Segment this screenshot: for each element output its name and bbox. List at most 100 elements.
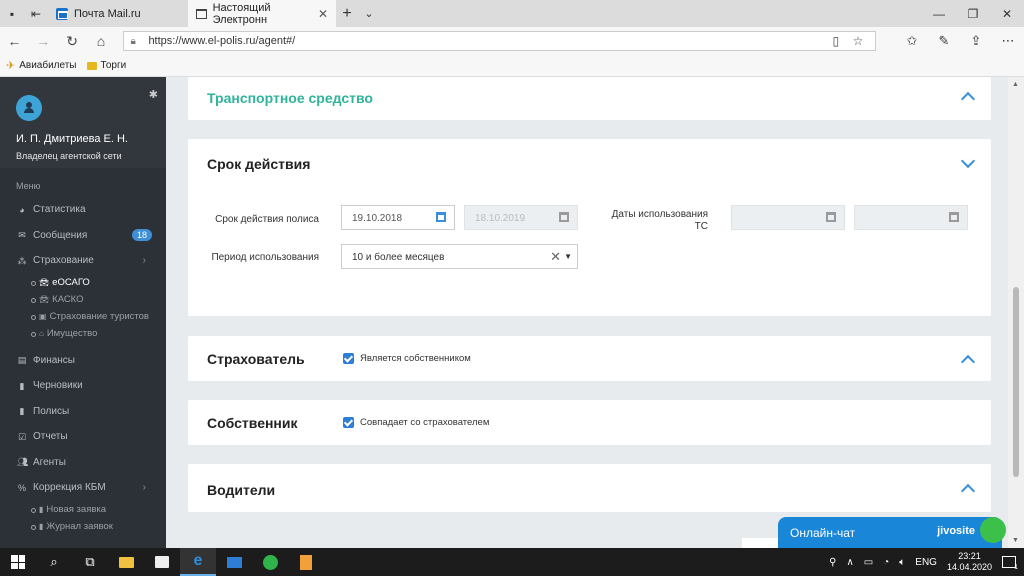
content-strip: [742, 538, 782, 548]
notifications-icon[interactable]: 1: [1002, 556, 1018, 571]
chevron-right-icon: ›: [142, 255, 146, 266]
start-button[interactable]: [0, 548, 36, 576]
volume-icon[interactable]: 🔈︎: [899, 557, 905, 568]
scroll-down-icon[interactable]: ▼: [1012, 537, 1019, 544]
insurer-is-owner-checkbox[interactable]: Является собственником: [343, 353, 471, 364]
forward-icon[interactable]: →: [29, 33, 58, 49]
avatar[interactable]: [16, 95, 42, 121]
checkbox-checked-icon[interactable]: [343, 353, 354, 364]
favorite-star-icon[interactable]: ☆: [847, 34, 869, 48]
sidebar-subitem-tourists[interactable]: ▣ Страхование туристов: [0, 308, 166, 325]
sidebar-item-reports[interactable]: ☑ Отчеты: [0, 424, 166, 450]
caret-down-icon[interactable]: ▼: [564, 252, 572, 261]
usage-period-select[interactable]: 10 и более месяцев ✕ ▼: [341, 244, 578, 269]
sidebar-item-messages[interactable]: ✉ Сообщения 18: [0, 223, 166, 249]
tab-label: Почта Mail.ru: [74, 7, 141, 20]
reading-view-icon[interactable]: ▯: [825, 34, 847, 48]
pdf-app-button[interactable]: [288, 548, 324, 576]
sidebar-item-agents[interactable]: 👥︎ Агенты: [0, 450, 166, 476]
back-icon[interactable]: ←: [0, 33, 29, 49]
sidebar-item-label: Полисы: [33, 405, 70, 417]
edge-icon: e: [193, 552, 203, 569]
refresh-icon[interactable]: ↻: [58, 33, 87, 50]
usage-date-to-field: [854, 205, 968, 230]
owner-same-as-insurer-checkbox[interactable]: Совпадает со страхователем: [343, 417, 489, 428]
percent-icon: %: [17, 482, 26, 493]
show-hidden-icons-chevron-icon[interactable]: ∧: [846, 557, 853, 568]
collapse-vehicle-button[interactable]: [960, 91, 976, 107]
online-chat-widget[interactable]: Онлайн-чат jivosite: [778, 517, 1006, 548]
gear-icon[interactable]: ✱: [149, 88, 158, 101]
file-icon: ▮: [19, 380, 25, 391]
restore-icon[interactable]: ❐: [956, 7, 990, 21]
file-explorer-button[interactable]: [108, 548, 144, 576]
checkbox-checked-icon[interactable]: [343, 417, 354, 428]
expand-validity-button[interactable]: [960, 153, 976, 169]
favorite-torgi[interactable]: Торги: [86, 60, 126, 71]
usage-dates-label: Даты использования ТС: [611, 209, 708, 232]
file-text-icon: ▮: [19, 406, 25, 417]
vehicle-section: Транспортное средство: [188, 77, 991, 120]
favorites-icon[interactable]: ✩: [896, 33, 928, 49]
checkbox-label: Совпадает со страхователем: [360, 417, 490, 428]
sidebar-subitem-kasko[interactable]: 🚘︎ КАСКО: [0, 291, 166, 308]
task-view-icon[interactable]: ⧉: [72, 548, 108, 576]
search-icon[interactable]: ⌕: [36, 548, 72, 576]
battery-icon[interactable]: ▭: [864, 557, 873, 568]
collapse-drivers-button[interactable]: [960, 483, 976, 499]
page-icon: [196, 8, 207, 19]
profile-panel: ✱ И. П. Дмитриева Е. Н. Владелец агентск…: [0, 77, 166, 168]
scroll-up-icon[interactable]: ▲: [1012, 81, 1019, 88]
language-indicator[interactable]: ENG: [915, 557, 937, 568]
tab-mail[interactable]: Почта Mail.ru: [48, 0, 188, 27]
more-icon[interactable]: ⋯: [992, 33, 1024, 49]
tab-el-polis[interactable]: Настоящий Электронн ✕: [188, 0, 336, 27]
page-scrollbar[interactable]: ▲ ▼: [1008, 77, 1024, 548]
sidebar-item-insurance[interactable]: ⁂ Страхование ›: [0, 248, 166, 274]
tab-actions-icon[interactable]: ▪: [0, 0, 24, 27]
validity-section: Срок действия Срок действия полиса 19.10…: [188, 139, 991, 316]
date-from-field[interactable]: 19.10.2018: [341, 205, 455, 230]
chevron-up-icon: [960, 483, 976, 499]
section-title: Собственник: [207, 415, 298, 431]
clear-icon[interactable]: ✕: [550, 249, 561, 265]
sidebar-item-drafts[interactable]: ▮ Черновики: [0, 373, 166, 399]
home-icon[interactable]: ⌂: [87, 33, 116, 49]
sidebar-subitem-new-request[interactable]: ▮ Новая заявка: [0, 501, 166, 518]
share-icon[interactable]: ⇪: [960, 33, 992, 49]
cubes-icon: ⁂: [17, 255, 27, 266]
new-tab-button[interactable]: +: [336, 5, 358, 23]
people-icon[interactable]: ⚲: [829, 557, 836, 568]
url-field[interactable]: 🔒︎ https://www.el-polis.ru/agent#/ ▯ ☆: [123, 31, 876, 51]
set-aside-tabs-icon[interactable]: ⇤: [24, 0, 48, 27]
user-name: И. П. Дмитриева Е. Н.: [16, 133, 128, 145]
sidebar-subitem-eosago[interactable]: 🚘︎ еОСАГО: [0, 274, 166, 291]
notes-pen-icon[interactable]: ✎: [928, 33, 960, 49]
calendar-icon[interactable]: [436, 212, 446, 222]
close-tab-icon[interactable]: ✕: [318, 7, 328, 21]
favorite-aviabilety[interactable]: ✈ Авиабилеты: [6, 59, 77, 72]
sidebar-subitem-label: Новая заявка: [46, 503, 107, 515]
main-content: Транспортное средство Срок действия Срок…: [166, 77, 1008, 548]
sidebar-item-finance[interactable]: ▤ Финансы: [0, 348, 166, 374]
sidebar-item-kbm[interactable]: % Коррекция КБМ ›: [0, 475, 166, 501]
clock[interactable]: 23:21 14.04.2020: [947, 551, 992, 573]
store-button[interactable]: [144, 548, 180, 576]
collapse-insurer-button[interactable]: [960, 354, 976, 370]
sidebar-subitem-request-log[interactable]: ▮ Журнал заявок: [0, 518, 166, 535]
section-title: Водители: [207, 482, 276, 498]
network-icon[interactable]: ◔: [883, 557, 889, 568]
scroll-thumb[interactable]: [1013, 287, 1019, 477]
whatsapp-button[interactable]: [252, 548, 288, 576]
minimize-icon[interactable]: —: [922, 7, 956, 21]
sidebar-item-policies[interactable]: ▮ Полисы: [0, 399, 166, 425]
tab-list-chevron-icon[interactable]: ⌄: [358, 7, 380, 20]
sidebar-item-statistics[interactable]: ◕ Статистика: [0, 197, 166, 223]
mail-app-button[interactable]: [216, 548, 252, 576]
sidebar-item-label: Коррекция КБМ: [33, 482, 106, 494]
sidebar-subitem-property[interactable]: ⌂ Имущество: [0, 325, 166, 342]
clock-time: 23:21: [958, 551, 981, 561]
chevron-down-icon: [960, 153, 976, 169]
edge-button[interactable]: e: [180, 548, 216, 576]
close-window-icon[interactable]: ✕: [990, 7, 1024, 21]
